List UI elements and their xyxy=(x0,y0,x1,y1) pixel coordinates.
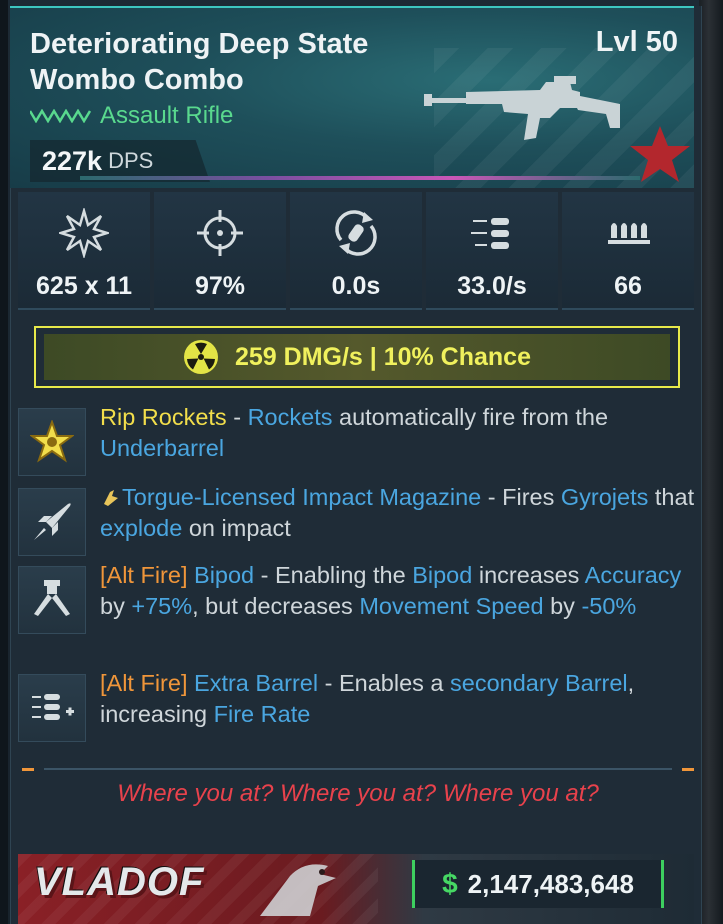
stat-fire-rate: 33.0/s xyxy=(426,192,558,310)
perk-keyword: Bipod xyxy=(412,562,473,588)
stat-reload-value: 0.0s xyxy=(331,272,381,300)
perk-keyword: -50% xyxy=(581,593,637,619)
perk-keyword: explode xyxy=(100,515,183,541)
flavor-text: Where you at? Where you at? Where you at… xyxy=(117,780,599,807)
dollar-icon: $ xyxy=(442,868,458,899)
perk-text: - Enabling the xyxy=(254,562,413,588)
perk-icon-frame xyxy=(18,488,86,556)
perk-description: [Alt Fire] Extra Barrel - Enables a seco… xyxy=(100,668,700,730)
perk-icon-frame xyxy=(18,408,86,476)
divider-right-tick xyxy=(682,768,694,771)
perk-icon-frame xyxy=(18,566,86,634)
perk-keyword: Rockets xyxy=(247,404,333,430)
perk-keyword: Underbarrel xyxy=(100,435,225,461)
dps-value: 227k xyxy=(42,145,103,176)
stats-row: 625 x 11 97% 0.0s 33.0/s 66 xyxy=(18,192,694,310)
item-value: $ 2,147,483,648 xyxy=(412,860,664,908)
perk-name: Torgue-Licensed Impact Magazine xyxy=(122,484,482,510)
perk-text: , but decreases xyxy=(192,593,360,619)
manufacturer-footer: VLADOF $ 2,147,483,648 xyxy=(18,854,694,924)
eagle-emblem-icon xyxy=(260,864,336,916)
crosshair-icon xyxy=(197,210,243,256)
item-type-row: Assault Rifle xyxy=(30,102,233,130)
stat-magazine: 66 xyxy=(562,192,694,310)
item-name: Deteriorating Deep State Wombo Combo xyxy=(30,28,369,96)
section-divider xyxy=(22,768,694,771)
perk-description: Torgue-Licensed Impact Magazine - Fires … xyxy=(100,482,700,544)
perk-text: automatically fire from the xyxy=(332,404,609,430)
divider-line xyxy=(44,768,672,770)
perk-text: - xyxy=(226,404,248,430)
perk-text: by xyxy=(543,593,582,619)
stat-reload: 0.0s xyxy=(290,192,422,310)
stat-accuracy: 97% xyxy=(154,192,286,310)
stat-magazine-value: 66 xyxy=(614,272,642,300)
manufacturer-logo: VLADOF xyxy=(34,860,205,904)
perk-keyword: secondary Barrel xyxy=(450,670,628,696)
perk-text: that xyxy=(648,484,695,510)
elemental-effect-bar: 259 DMG/s | 10% Chance xyxy=(44,334,670,380)
radiation-icon xyxy=(183,340,218,374)
alt-fire-tag: [Alt Fire] xyxy=(100,562,188,588)
item-level: Lvl 50 xyxy=(595,26,678,58)
perk-description: Rip Rockets - Rockets automatically fire… xyxy=(100,402,700,464)
divider-left-tick xyxy=(22,768,34,771)
perk-icon-frame xyxy=(18,674,86,742)
perk-text: - Enables a xyxy=(318,670,451,696)
stat-accuracy-value: 97% xyxy=(194,272,246,300)
perk-text: by xyxy=(100,593,132,619)
perk-name: Bipod xyxy=(187,562,255,588)
perk-keyword: Gyrojets xyxy=(560,484,649,510)
perk-keyword: Fire Rate xyxy=(213,701,311,727)
rarity-chevrons-icon xyxy=(30,109,92,123)
damage-burst-icon xyxy=(59,208,109,258)
perk-description: [Alt Fire] Bipod - Enabling the Bipod in… xyxy=(100,560,700,622)
torgue-icon xyxy=(104,490,118,506)
perk-keyword: Movement Speed xyxy=(359,593,544,619)
item-price: 2,147,483,648 xyxy=(467,868,634,899)
stat-damage-value: 625 x 11 xyxy=(36,272,132,300)
perk-name: Rip Rockets xyxy=(100,404,227,430)
assault-rifle-icon xyxy=(424,76,620,140)
perk-keyword: Accuracy xyxy=(584,562,682,588)
perk-keyword: +75% xyxy=(131,593,193,619)
fire-rate-bullets-icon xyxy=(471,218,509,249)
item-type: Assault Rifle xyxy=(100,102,234,129)
stat-fire-rate-value: 33.0/s xyxy=(457,272,527,300)
rip-rockets-star-icon xyxy=(30,420,74,463)
extra-barrel-icon xyxy=(32,694,74,720)
left-edge xyxy=(0,0,8,924)
right-edge xyxy=(699,0,723,924)
perk-text: increases xyxy=(472,562,585,588)
alt-fire-tag: [Alt Fire] xyxy=(100,670,188,696)
stat-damage: 625 x 11 xyxy=(18,192,150,310)
elemental-effect-text: 259 DMG/s | 10% Chance xyxy=(234,342,531,371)
item-header: Deteriorating Deep State Wombo Combo Lvl… xyxy=(10,6,694,188)
perk-text: - Fires xyxy=(481,484,561,510)
vladof-star-icon xyxy=(630,126,690,182)
bipod-icon xyxy=(34,580,70,616)
dps-unit: DPS xyxy=(108,148,154,173)
perk-name: Extra Barrel xyxy=(187,670,319,696)
rocket-icon xyxy=(34,503,71,540)
header-accent-bar xyxy=(80,176,640,180)
magazine-icon xyxy=(608,223,650,244)
perk-text: on impact xyxy=(182,515,291,541)
reload-icon xyxy=(335,210,377,256)
